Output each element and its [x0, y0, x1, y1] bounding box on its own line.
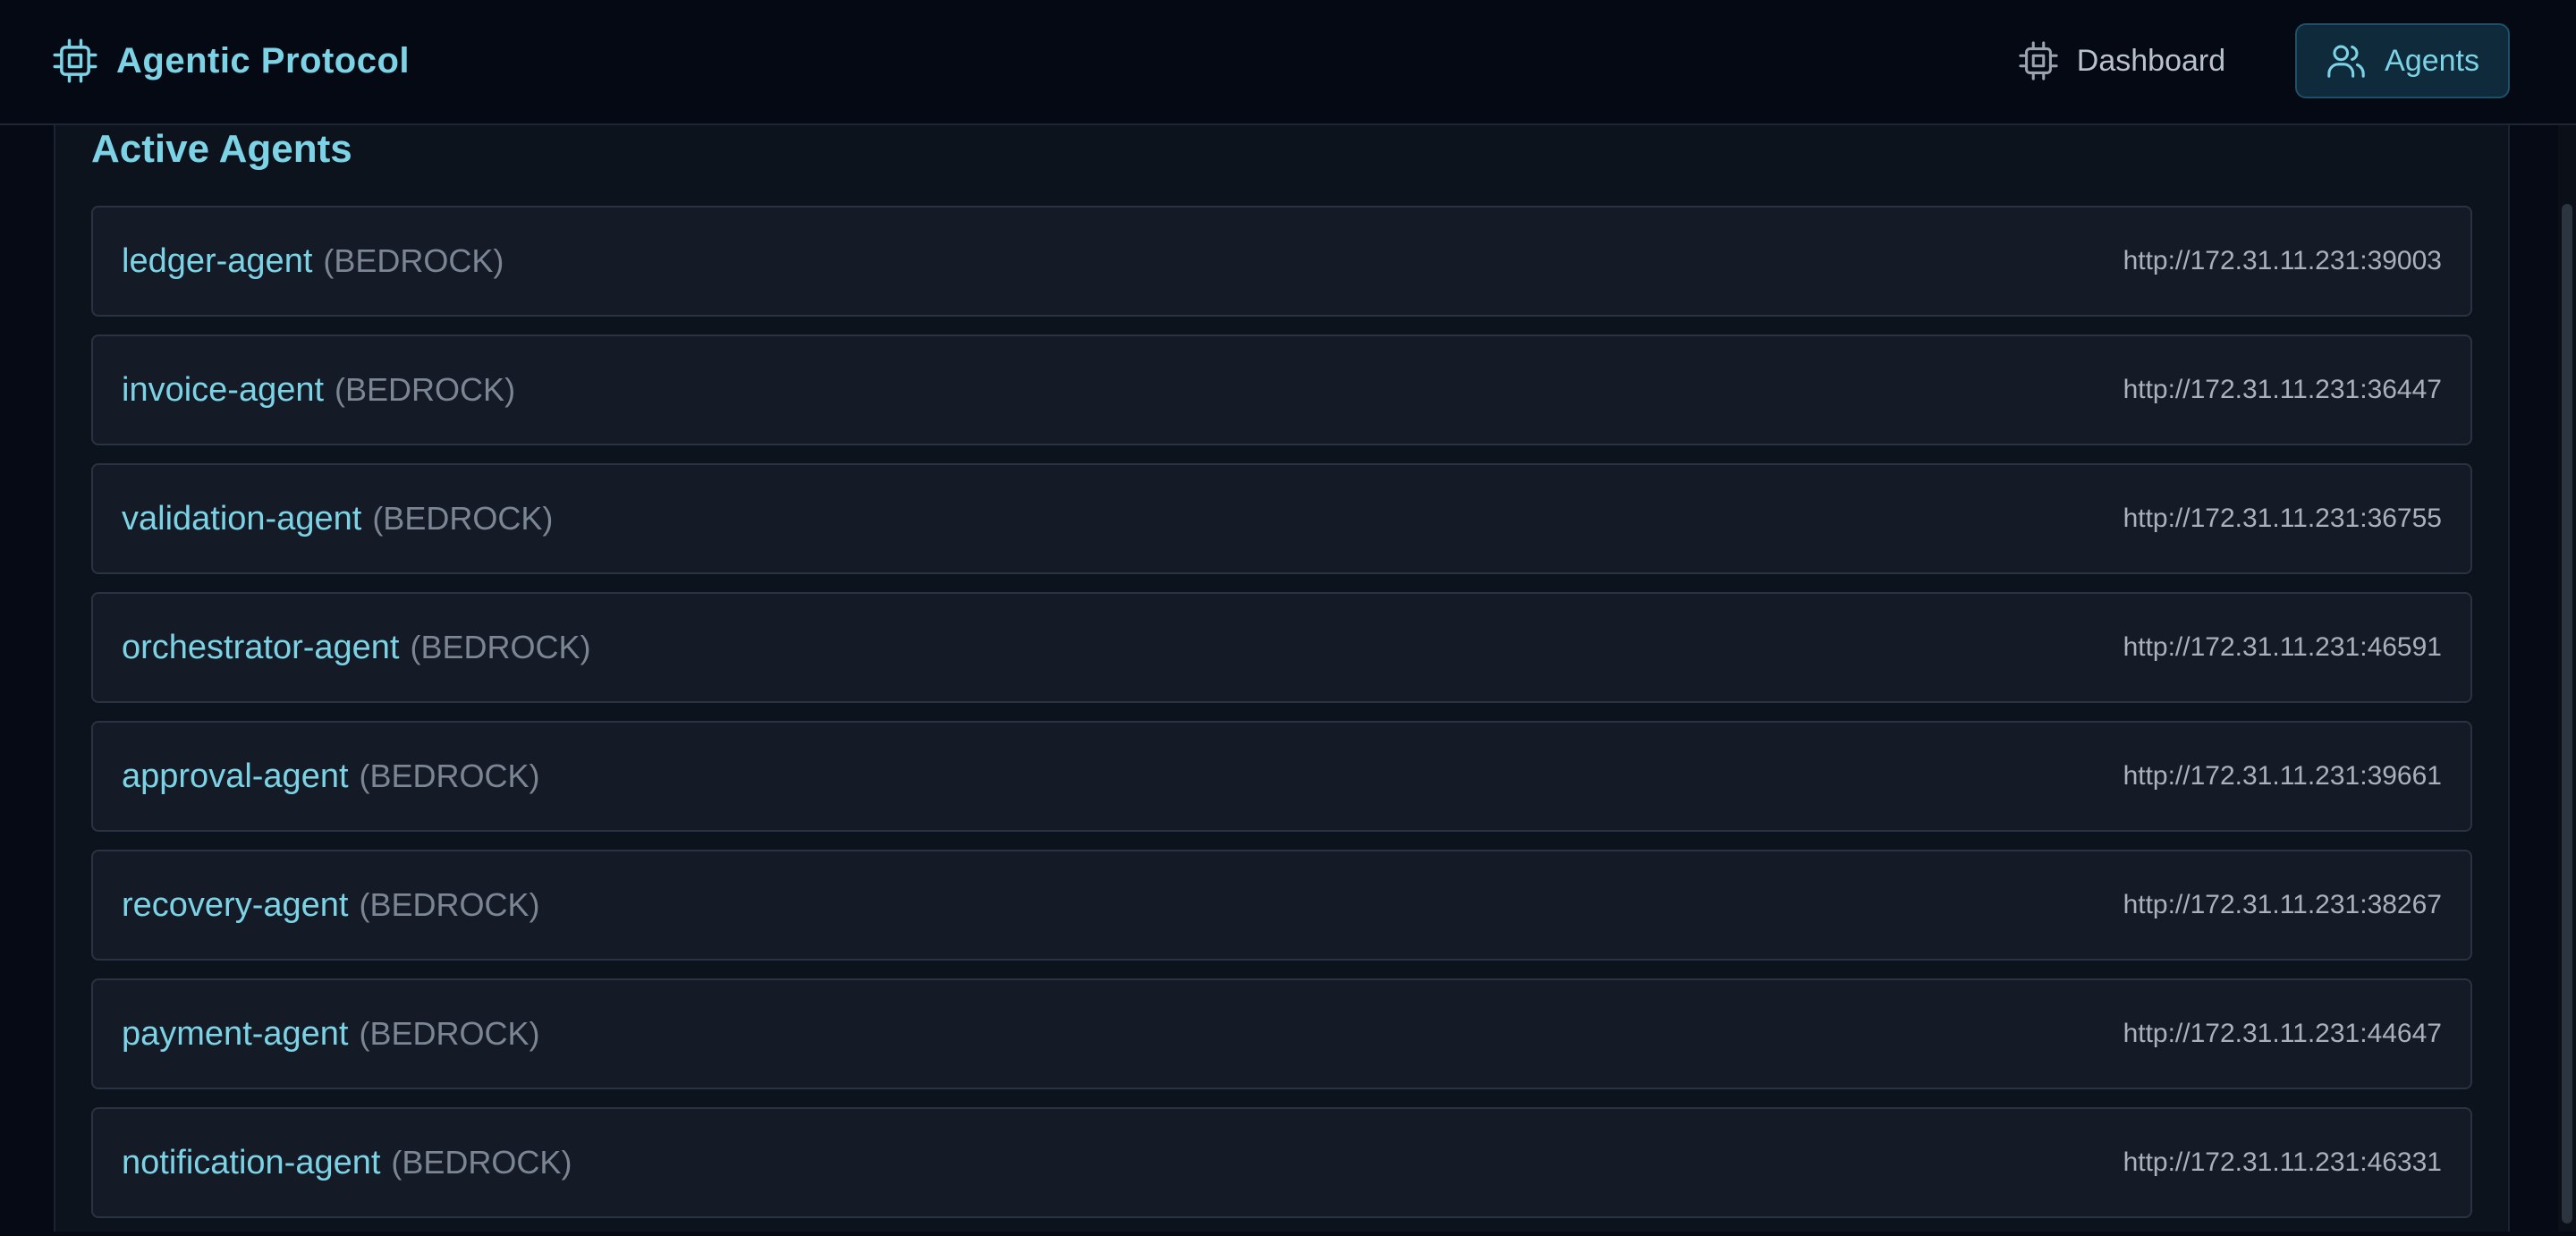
- cpu-chip-icon: [2018, 40, 2077, 81]
- agent-row[interactable]: notification-agent (BEDROCK) http://172.3…: [91, 1107, 2472, 1218]
- agent-url: http://172.31.11.231:44647: [2123, 1019, 2442, 1048]
- agent-label: approval-agent (BEDROCK): [122, 758, 540, 796]
- agent-name: notification-agent: [122, 1143, 381, 1181]
- section-title: Active Agents: [91, 127, 352, 171]
- agent-url: http://172.31.11.231:39661: [2123, 761, 2442, 791]
- agent-name: orchestrator-agent: [122, 628, 400, 666]
- agent-url: http://172.31.11.231:38267: [2123, 890, 2442, 919]
- agent-provider: (BEDROCK): [391, 1143, 572, 1181]
- agent-name: recovery-agent: [122, 885, 349, 924]
- nav-dashboard-label: Dashboard: [2076, 43, 2226, 78]
- agent-provider: (BEDROCK): [359, 1014, 540, 1052]
- page-scrollbar[interactable]: [2558, 125, 2576, 1232]
- nav-agents-label: Agents: [2385, 43, 2479, 78]
- agent-row[interactable]: ledger-agent (BEDROCK) http://172.31.11.2…: [91, 206, 2472, 317]
- main-nav: Dashboard Agents: [2002, 23, 2510, 98]
- agent-label: notification-agent (BEDROCK): [122, 1144, 572, 1182]
- agent-provider: (BEDROCK): [335, 370, 516, 408]
- agent-row[interactable]: validation-agent (BEDROCK) http://172.31.…: [91, 463, 2472, 574]
- agent-provider: (BEDROCK): [372, 499, 554, 537]
- agent-row[interactable]: invoice-agent (BEDROCK) http://172.31.11.…: [91, 334, 2472, 445]
- agent-name: payment-agent: [122, 1014, 349, 1053]
- nav-agents[interactable]: Agents: [2295, 23, 2510, 98]
- cpu-chip-icon: [52, 38, 98, 84]
- agent-url: http://172.31.11.231:39003: [2123, 246, 2442, 275]
- agent-label: validation-agent (BEDROCK): [122, 500, 553, 538]
- agent-label: invoice-agent (BEDROCK): [122, 371, 515, 410]
- agent-row[interactable]: orchestrator-agent (BEDROCK) http://172.3…: [91, 592, 2472, 703]
- agent-url: http://172.31.11.231:46331: [2123, 1147, 2442, 1177]
- brand[interactable]: Agentic Protocol: [52, 36, 410, 86]
- agent-row[interactable]: payment-agent (BEDROCK) http://172.31.11.…: [91, 978, 2472, 1089]
- agent-name: validation-agent: [122, 499, 362, 538]
- app-title: Agentic Protocol: [116, 40, 411, 80]
- agent-provider: (BEDROCK): [359, 885, 540, 923]
- agent-row[interactable]: recovery-agent (BEDROCK) http://172.31.11…: [91, 850, 2472, 961]
- agent-provider: (BEDROCK): [359, 757, 540, 794]
- scrollbar-thumb[interactable]: [2562, 204, 2572, 1223]
- agent-row[interactable]: approval-agent (BEDROCK) http://172.31.11…: [91, 721, 2472, 832]
- agent-provider: (BEDROCK): [410, 628, 591, 665]
- agent-url: http://172.31.11.231:36447: [2123, 375, 2442, 404]
- agent-url: http://172.31.11.231:36755: [2123, 504, 2442, 533]
- agent-name: invoice-agent: [122, 370, 325, 409]
- agent-label: ledger-agent (BEDROCK): [122, 242, 504, 281]
- users-icon: [2326, 40, 2385, 81]
- agent-url: http://172.31.11.231:46591: [2123, 632, 2442, 662]
- nav-dashboard[interactable]: Dashboard: [2002, 23, 2241, 98]
- agent-name: ledger-agent: [122, 241, 313, 280]
- agents-panel: Active Agents ledger-agent (BEDROCK) http…: [54, 125, 2510, 1232]
- agent-provider: (BEDROCK): [323, 241, 504, 279]
- agent-list: ledger-agent (BEDROCK) http://172.31.11.2…: [91, 206, 2472, 1236]
- agent-name: approval-agent: [122, 757, 349, 795]
- agent-label: recovery-agent (BEDROCK): [122, 886, 539, 925]
- top-navigation-bar: Agentic Protocol Dashboard Agents: [0, 0, 2576, 125]
- agent-label: orchestrator-agent (BEDROCK): [122, 629, 591, 667]
- agent-label: payment-agent (BEDROCK): [122, 1015, 540, 1054]
